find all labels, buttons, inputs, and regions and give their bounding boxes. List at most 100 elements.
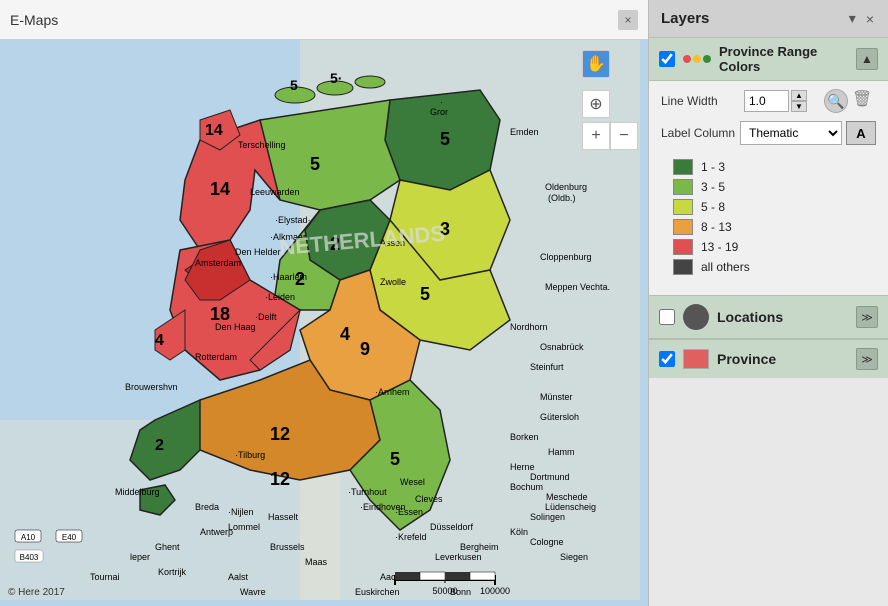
svg-text:Rotterdam: Rotterdam: [195, 352, 237, 362]
layers-close-button[interactable]: ×: [864, 9, 876, 29]
svg-text:Kortrijk: Kortrijk: [158, 567, 187, 577]
netherlands-map: 5 5 3 5 2 14 2 18 9 12 2 5: [0, 40, 640, 600]
svg-text:Köln: Köln: [510, 527, 528, 537]
line-width-input-group: ▲ ▼: [744, 90, 807, 112]
svg-text:Nordhorn: Nordhorn: [510, 322, 548, 332]
text-style-button[interactable]: A: [846, 121, 876, 145]
line-width-down-button[interactable]: ▼: [791, 101, 807, 112]
zoom-plus-button[interactable]: +: [582, 122, 610, 150]
svg-text:14: 14: [205, 122, 223, 139]
layers-panel: Layers ▾ × Province Range Colors ▲: [648, 0, 888, 606]
line-width-input[interactable]: [744, 90, 789, 112]
legend-text-6: all others: [701, 260, 750, 274]
legend-text-1: 1 - 3: [701, 160, 725, 174]
svg-text:Solingen: Solingen: [530, 512, 565, 522]
legend-color-6: [673, 259, 693, 275]
svg-text:5: 5: [440, 129, 450, 149]
svg-text:Hamm: Hamm: [548, 447, 575, 457]
province-bottom-checkbox[interactable]: [659, 351, 675, 367]
svg-text:Wavre: Wavre: [240, 587, 266, 597]
locations-section: Locations ≫: [649, 295, 888, 339]
label-column-select[interactable]: Thematic None Name: [740, 121, 842, 145]
legend-color-5: [673, 239, 693, 255]
svg-text:·Turnhout: ·Turnhout: [348, 487, 387, 497]
svg-text:5: 5: [390, 449, 400, 469]
svg-text:·Nijlen: ·Nijlen: [228, 507, 254, 517]
magnify-button[interactable]: 🔍: [824, 89, 848, 113]
svg-text:Den Haag: Den Haag: [215, 322, 256, 332]
svg-text:Dortmund: Dortmund: [530, 472, 570, 482]
svg-text:18: 18: [210, 304, 230, 324]
svg-text:Leeuwarden: Leeuwarden: [250, 187, 300, 197]
province-range-section: Province Range Colors ▲ Line Width ▲ ▼ 🔍…: [649, 38, 888, 295]
legend-text-5: 13 - 19: [701, 240, 738, 254]
province-bottom-row: Province ≫: [649, 340, 888, 378]
svg-text:Herne: Herne: [510, 462, 535, 472]
svg-text:12: 12: [270, 469, 290, 489]
svg-text:·Elystad·: ·Elystad·: [275, 215, 311, 225]
svg-text:Lommel: Lommel: [228, 522, 260, 532]
svg-text:4: 4: [155, 332, 164, 349]
svg-text:Zwolle: Zwolle: [380, 277, 406, 287]
svg-text:12: 12: [270, 424, 290, 444]
svg-text:9: 9: [360, 339, 370, 359]
svg-text:5·: 5·: [330, 70, 342, 86]
svg-text:Hasselt: Hasselt: [268, 512, 299, 522]
svg-text:Aalst: Aalst: [228, 572, 249, 582]
zoom-minus-button[interactable]: −: [610, 122, 638, 150]
svg-text:Bergheim: Bergheim: [460, 542, 499, 552]
zoom-in-button[interactable]: ⊕: [582, 90, 610, 118]
svg-text:·Tilburg: ·Tilburg: [235, 450, 265, 460]
svg-text:Den Helder: Den Helder: [235, 247, 281, 257]
svg-text:·Leiden: ·Leiden: [265, 292, 295, 302]
svg-text:Gütersloh: Gütersloh: [540, 412, 579, 422]
svg-text:Cleves: Cleves: [415, 494, 443, 504]
svg-text:·Essen: ·Essen: [395, 507, 423, 517]
svg-text:·: ·: [440, 97, 443, 107]
svg-text:2: 2: [155, 437, 164, 454]
province-expand-button[interactable]: ≫: [856, 348, 878, 370]
line-width-label: Line Width: [661, 94, 736, 108]
line-width-up-button[interactable]: ▲: [791, 90, 807, 101]
svg-text:5: 5: [310, 154, 320, 174]
legend-item-6: all others: [673, 259, 864, 275]
legend-color-4: [673, 219, 693, 235]
svg-text:Wesel: Wesel: [400, 477, 425, 487]
layers-dropdown-icon[interactable]: ▾: [847, 8, 858, 29]
svg-text:Osnabrück: Osnabrück: [540, 342, 584, 352]
svg-text:Ghent: Ghent: [155, 542, 180, 552]
svg-text:Steinfurt: Steinfurt: [530, 362, 564, 372]
svg-text:Gror: Gror: [430, 107, 448, 117]
locations-checkbox[interactable]: [659, 309, 675, 325]
svg-text:·Haarlem: ·Haarlem: [270, 272, 307, 282]
svg-text:5: 5: [290, 77, 298, 93]
locations-icon: [683, 304, 709, 330]
svg-text:Münster: Münster: [540, 392, 573, 402]
svg-text:A10: A10: [21, 533, 36, 542]
map-close-button[interactable]: ×: [618, 10, 638, 30]
hand-tool-button[interactable]: ✋: [582, 50, 610, 78]
svg-text:Emden: Emden: [510, 127, 539, 137]
province-swatch: [683, 349, 709, 369]
svg-text:Breda: Breda: [195, 502, 219, 512]
delete-button[interactable]: 🗑: [852, 89, 876, 113]
legend-item-5: 13 - 19: [673, 239, 864, 255]
map-title: E-Maps: [10, 12, 58, 28]
locations-expand-button[interactable]: ≫: [856, 306, 878, 328]
svg-text:B403: B403: [20, 553, 39, 562]
legend-item-1: 1 - 3: [673, 159, 864, 175]
line-width-row: Line Width ▲ ▼ 🔍 🗑: [661, 89, 876, 113]
svg-text:Brouwershvn: Brouwershvn: [125, 382, 178, 392]
svg-text:·Krefeld: ·Krefeld: [395, 532, 427, 542]
province-range-checkbox[interactable]: [659, 51, 675, 67]
svg-text:Bochum: Bochum: [510, 482, 543, 492]
locations-row: Locations ≫: [649, 296, 888, 338]
province-range-expand-button[interactable]: ▲: [856, 48, 878, 70]
label-column-row: Label Column Thematic None Name A: [661, 121, 876, 145]
svg-text:Meschede: Meschede: [546, 492, 588, 502]
province-bottom-label: Province: [717, 351, 848, 367]
svg-text:Middelburg: Middelburg: [115, 487, 160, 497]
svg-text:Düsseldorf: Düsseldorf: [430, 522, 474, 532]
legend-item-2: 3 - 5: [673, 179, 864, 195]
svg-text:Maas: Maas: [305, 557, 328, 567]
